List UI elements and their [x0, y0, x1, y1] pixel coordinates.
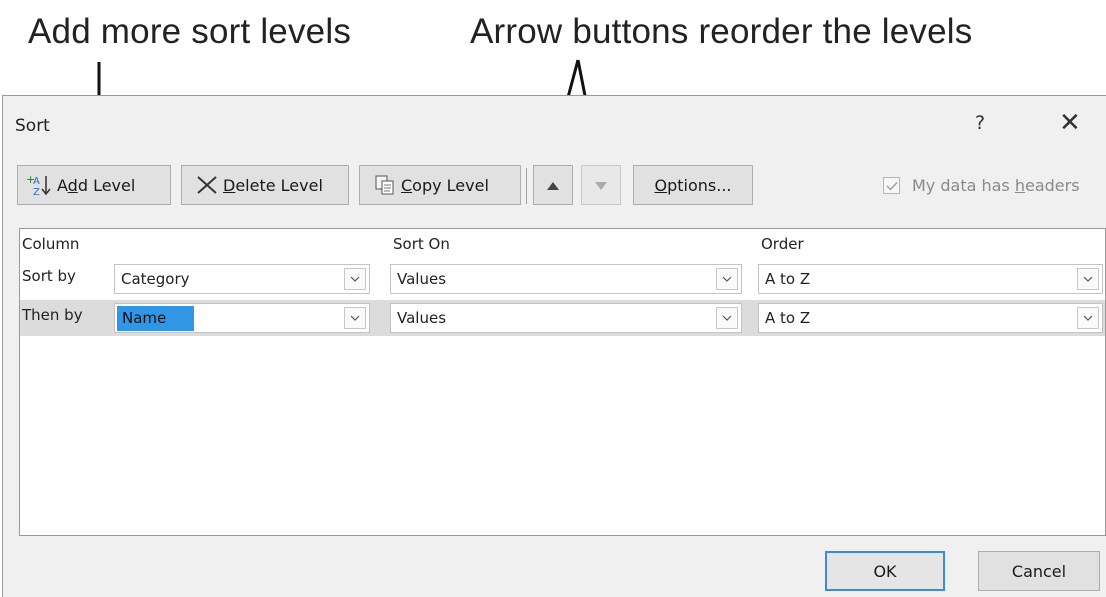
chevron-down-icon[interactable]	[716, 268, 738, 290]
header-sort-on: Sort On	[393, 235, 450, 253]
sort-on-select[interactable]: Values	[390, 264, 742, 294]
toolbar-separator	[526, 168, 527, 204]
cancel-button[interactable]: Cancel	[978, 551, 1100, 591]
dialog-title: Sort	[15, 116, 50, 136]
header-column: Column	[22, 235, 80, 253]
help-button[interactable]: ?	[975, 112, 985, 134]
svg-text:Z: Z	[33, 187, 40, 197]
delete-x-icon	[196, 175, 218, 195]
row-label: Sort by	[22, 267, 76, 285]
move-down-triangle-icon	[594, 176, 608, 195]
copy-level-button[interactable]: Copy Level	[359, 165, 521, 205]
headers-checkbox-area[interactable]: My data has headers	[883, 176, 1080, 195]
chevron-down-icon[interactable]	[716, 307, 738, 329]
copy-icon	[374, 174, 396, 196]
column-select[interactable]: Category	[114, 264, 370, 294]
headers-checkbox[interactable]	[883, 177, 900, 194]
chevron-down-icon[interactable]	[344, 307, 366, 329]
chevron-down-icon[interactable]	[1077, 268, 1099, 290]
options-button[interactable]: Options...	[633, 165, 753, 205]
title-bar: Sort ? ✕	[3, 96, 1106, 148]
delete-level-button[interactable]: Delete Level	[181, 165, 349, 205]
add-level-label: Add Level	[57, 175, 136, 195]
row-label: Then by	[22, 306, 83, 324]
column-select[interactable]: Name	[114, 303, 370, 333]
order-select[interactable]: A to Z	[758, 264, 1103, 294]
sort-levels-grid: Column Sort On Order Sort by Category Va…	[19, 228, 1106, 536]
sort-dialog: Sort ? ✕ + A Z Add Level Delete Level Co…	[2, 95, 1106, 597]
sort-level-row[interactable]: Then by Name Values A to Z	[20, 300, 1105, 336]
sort-on-select[interactable]: Values	[390, 303, 742, 333]
add-level-button[interactable]: + A Z Add Level	[17, 165, 171, 205]
headers-checkbox-label: My data has headers	[912, 176, 1080, 195]
chevron-down-icon[interactable]	[344, 268, 366, 290]
sort-level-row[interactable]: Sort by Category Values A to Z	[20, 261, 1105, 297]
options-label: Options...	[654, 175, 732, 195]
header-order: Order	[761, 235, 804, 253]
svg-text:A: A	[33, 176, 40, 187]
ok-button[interactable]: OK	[825, 551, 945, 591]
add-level-icon: + A Z	[26, 173, 52, 197]
move-up-button[interactable]	[533, 165, 573, 205]
order-select[interactable]: A to Z	[758, 303, 1103, 333]
chevron-down-icon[interactable]	[1077, 307, 1099, 329]
delete-level-label: Delete Level	[223, 175, 323, 195]
move-up-triangle-icon	[546, 176, 560, 195]
copy-level-label: Copy Level	[401, 175, 489, 195]
callout-arrow-buttons: Arrow buttons reorder the levels	[470, 12, 973, 51]
close-button[interactable]: ✕	[1059, 108, 1081, 138]
callout-add-levels: Add more sort levels	[28, 12, 352, 51]
move-down-button[interactable]	[581, 165, 621, 205]
